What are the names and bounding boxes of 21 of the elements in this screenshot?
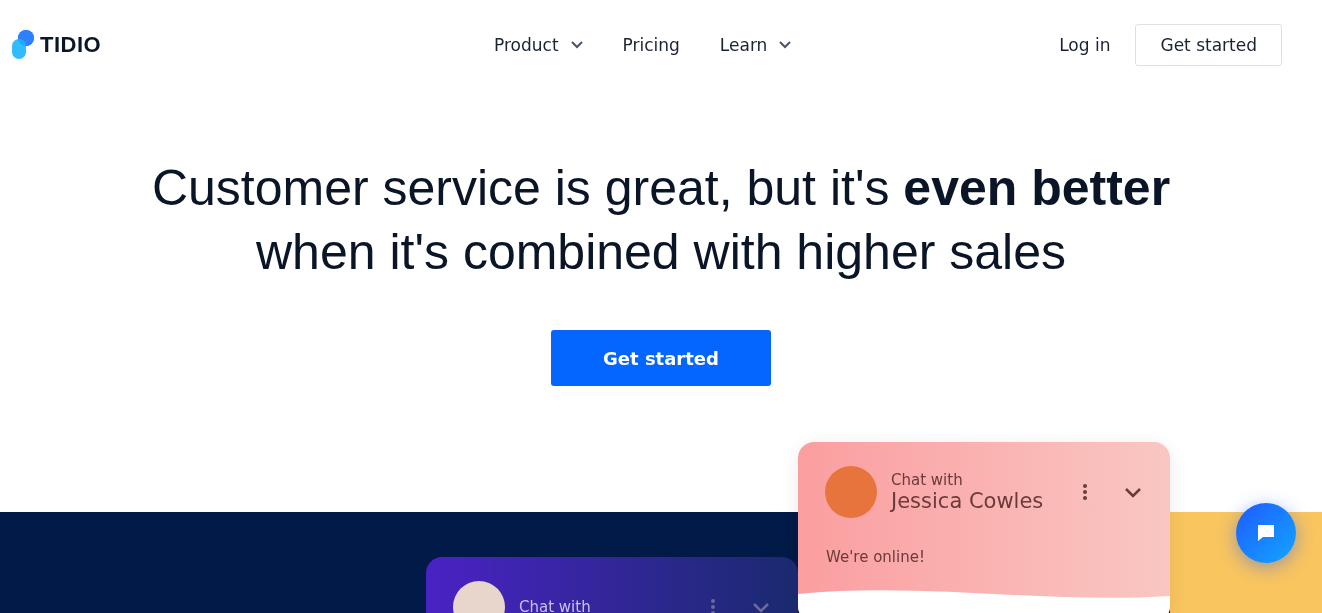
logo-text[interactable]: TIDIO [40,32,102,58]
chevron-down-icon [779,41,792,49]
chat-with-label: Chat with [891,471,964,489]
more-options-icon[interactable] [1082,483,1088,501]
agent-name: Jessica Cowles [891,489,1045,513]
more-options-icon[interactable] [710,598,716,613]
avatar-photo-placeholder [825,466,877,518]
logo-icon [12,29,34,61]
nav-link[interactable]: Learn [719,35,792,55]
hero-headline: Customer service is great, but it's even better when it's combined with higher sales [150,159,1172,282]
get-started-button[interactable]: Get started [551,330,771,386]
chevron-down-icon [570,41,583,49]
chevron-down-icon[interactable] [752,601,770,613]
nav-link[interactable]: Pricing [622,35,680,55]
nav-link[interactable]: Product [494,35,583,55]
get-started-button[interactable]: Get started [1135,24,1282,66]
login-link[interactable]: Log in [1059,35,1111,55]
chat-bubble-icon [1255,522,1277,544]
online-status-text: We're online! [825,547,926,566]
chat-with-label: Chat with [519,598,592,613]
chevron-down-icon[interactable] [1124,486,1142,498]
